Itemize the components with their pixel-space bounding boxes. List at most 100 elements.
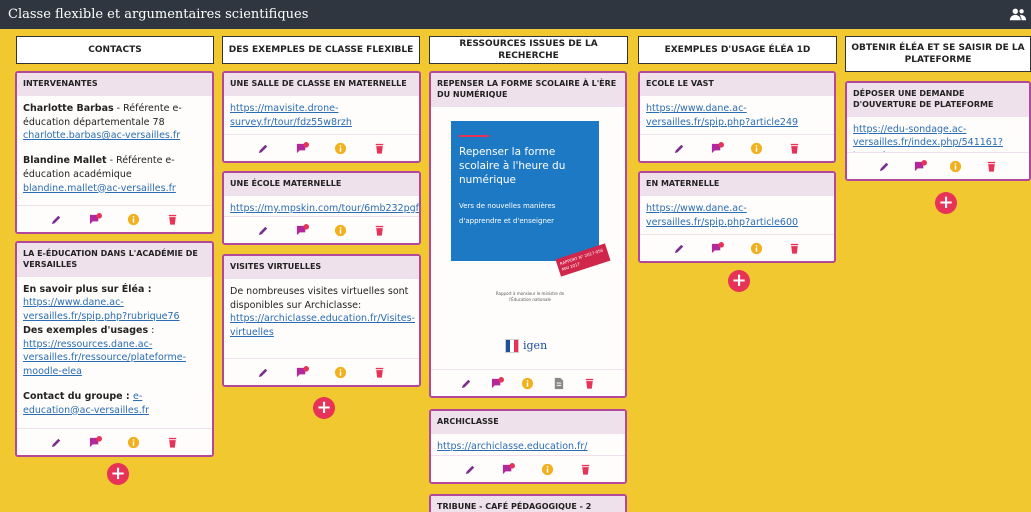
card-e-education[interactable]: LA E-ÉDUCATION DANS L'ACADÉMIE DE VERSAI… xyxy=(15,241,214,457)
edit-pencil-icon[interactable] xyxy=(464,463,477,476)
card-actions xyxy=(224,134,419,161)
resource-link[interactable]: https://my.mpskin.com/tour/6mb232pgf8 xyxy=(230,203,419,214)
igen-logo: igen xyxy=(505,335,565,361)
delete-trash-icon[interactable] xyxy=(166,436,179,449)
info-icon[interactable] xyxy=(521,377,534,390)
card-title: REPENSER LA FORME SCOLAIRE À L'ÈRE DU NU… xyxy=(431,73,625,107)
card-title: DÉPOSER UNE DEMANDE D'OUVERTURE DE PLATE… xyxy=(847,83,1029,117)
comments-icon[interactable] xyxy=(711,141,725,155)
cover-subtitle: d'apprendre et d'enseigner xyxy=(459,216,555,225)
edit-pencil-icon[interactable] xyxy=(878,160,891,173)
delete-trash-icon[interactable] xyxy=(985,160,998,173)
card-title: LA E-ÉDUCATION DANS L'ACADÉMIE DE VERSAI… xyxy=(17,243,212,277)
resource-link[interactable]: https://www.dane.ac-versailles.fr/spip.p… xyxy=(646,103,798,128)
card-title: VISITES VIRTUELLES xyxy=(224,256,419,279)
column-header-exemples-classe: DES EXEMPLES DE CLASSE FLEXIBLE xyxy=(222,36,420,64)
comments-icon[interactable] xyxy=(296,141,309,155)
card-actions xyxy=(640,234,834,261)
card-ecole-maternelle[interactable]: UNE ÉCOLE MATERNELLE https://my.mpskin.c… xyxy=(222,171,421,245)
delete-trash-icon[interactable] xyxy=(373,142,386,155)
info-icon[interactable] xyxy=(127,436,140,449)
info-icon[interactable] xyxy=(334,366,347,379)
card-deposer-demande[interactable]: DÉPOSER UNE DEMANDE D'OUVERTURE DE PLATE… xyxy=(845,81,1031,181)
edit-pencil-icon[interactable] xyxy=(673,142,686,155)
resource-link[interactable]: https://mavisite.drone-survey.fr/tour/fd… xyxy=(230,103,352,128)
card-actions xyxy=(431,455,625,482)
edit-pencil-icon[interactable] xyxy=(673,242,686,255)
add-card-button[interactable]: + xyxy=(935,192,957,214)
resource-link[interactable]: https://ressources.dane.ac-versailles.fr… xyxy=(23,339,186,378)
edit-pencil-icon[interactable] xyxy=(257,366,270,379)
users-icon[interactable] xyxy=(1009,6,1027,22)
email-link[interactable]: charlotte.barbas@ac-versailles.fr xyxy=(23,130,180,141)
card-en-maternelle[interactable]: EN MATERNELLE https://www.dane.ac-versai… xyxy=(638,171,836,263)
card-actions xyxy=(224,358,419,385)
delete-trash-icon[interactable] xyxy=(373,366,386,379)
comments-icon[interactable] xyxy=(711,241,725,255)
cover-title: Repenser la forme scolaire à l'heure du … xyxy=(459,145,566,186)
resource-link[interactable]: https://archiclasse.education.fr/Visites… xyxy=(230,313,415,338)
card-text: De nombreuses visites virtuelles sont di… xyxy=(230,285,409,311)
edit-pencil-icon[interactable] xyxy=(257,224,270,237)
document-icon[interactable] xyxy=(552,377,565,390)
resource-link[interactable]: https://www.dane.ac-versailles.fr/spip.p… xyxy=(646,203,798,228)
card-actions xyxy=(17,428,212,455)
card-tribune[interactable]: TRIBUNE - CAFÉ PÉDAGOGIQUE - 2 xyxy=(429,494,627,512)
add-card-button[interactable]: + xyxy=(313,397,335,419)
add-card-button[interactable]: + xyxy=(107,463,129,485)
info-icon[interactable] xyxy=(541,463,554,476)
info-icon[interactable] xyxy=(750,142,763,155)
delete-trash-icon[interactable] xyxy=(579,463,592,476)
edit-pencil-icon[interactable] xyxy=(50,213,63,226)
delete-trash-icon[interactable] xyxy=(788,142,801,155)
info-icon[interactable] xyxy=(750,242,763,255)
comments-icon[interactable] xyxy=(296,365,309,379)
cover-subtitle: Vers de nouvelles manières xyxy=(459,202,556,211)
info-icon[interactable] xyxy=(949,160,962,173)
card-intervenantes[interactable]: INTERVENANTES Charlotte Barbas - Référen… xyxy=(15,71,214,234)
card-title: UNE ÉCOLE MATERNELLE xyxy=(224,173,419,196)
comments-icon[interactable] xyxy=(491,376,504,390)
add-card-button[interactable]: + xyxy=(728,270,750,292)
comments-icon[interactable] xyxy=(914,159,927,173)
info-icon[interactable] xyxy=(127,213,140,226)
card-archiclasse[interactable]: ARCHICLASSE https://archiclasse.educatio… xyxy=(429,409,627,484)
comments-icon[interactable] xyxy=(89,435,102,449)
comments-icon[interactable] xyxy=(502,462,516,476)
delete-trash-icon[interactable] xyxy=(373,224,386,237)
card-title: TRIBUNE - CAFÉ PÉDAGOGIQUE - 2 xyxy=(431,496,625,512)
delete-trash-icon[interactable] xyxy=(788,242,801,255)
card-salle-maternelle[interactable]: UNE SALLE DE CLASSE EN MATERNELLE https:… xyxy=(222,71,421,163)
contact-name: Charlotte Barbas xyxy=(23,102,114,114)
comments-icon[interactable] xyxy=(89,212,102,226)
card-title: EN MATERNELLE xyxy=(640,173,834,196)
section-label: Contact du groupe xyxy=(23,390,123,402)
section-label: En savoir plus sur Éléa xyxy=(23,283,145,295)
card-actions xyxy=(224,216,419,243)
contact-name: Blandine Mallet xyxy=(23,155,107,167)
republic-flag-icon xyxy=(505,338,519,353)
column-header-exemples-elea: EXEMPLES D'USAGE ÉLÉA 1D xyxy=(638,36,837,64)
edit-pencil-icon[interactable] xyxy=(50,436,63,449)
card-visites-virtuelles[interactable]: VISITES VIRTUELLES De nombreuses visites… xyxy=(222,254,421,387)
info-icon[interactable] xyxy=(334,142,347,155)
card-title: ECOLE LE VAST xyxy=(640,73,834,96)
edit-pencil-icon[interactable] xyxy=(460,377,473,390)
card-ecole-le-vast[interactable]: ECOLE LE VAST https://www.dane.ac-versai… xyxy=(638,71,836,163)
resource-link[interactable]: https://www.dane.ac-versailles.fr/spip.p… xyxy=(23,297,180,322)
edit-pencil-icon[interactable] xyxy=(257,142,270,155)
card-repenser-forme-scolaire[interactable]: REPENSER LA FORME SCOLAIRE À L'ÈRE DU NU… xyxy=(429,71,627,398)
info-icon[interactable] xyxy=(334,224,347,237)
comments-icon[interactable] xyxy=(296,223,309,237)
app-title: Classe flexible et argumentaires scienti… xyxy=(8,7,309,22)
column-header-contacts: CONTACTS xyxy=(16,36,214,64)
delete-trash-icon[interactable] xyxy=(583,377,596,390)
delete-trash-icon[interactable] xyxy=(166,213,179,226)
email-link[interactable]: blandine.mallet@ac-versailles.fr xyxy=(23,183,176,194)
cover-rapport-text: Rapport à monsieur le ministre de l'Éduc… xyxy=(495,290,565,302)
report-cover-image[interactable]: Repenser la forme scolaire à l'heure du … xyxy=(445,120,611,381)
column-header-obtenir-elea: OBTENIR ÉLÉA ET SE SAISIR DE LA PLATEFOR… xyxy=(845,36,1031,72)
card-title: INTERVENANTES xyxy=(17,73,212,96)
card-actions xyxy=(431,369,625,396)
resource-link[interactable]: https://archiclasse.education.fr/ xyxy=(437,441,588,452)
